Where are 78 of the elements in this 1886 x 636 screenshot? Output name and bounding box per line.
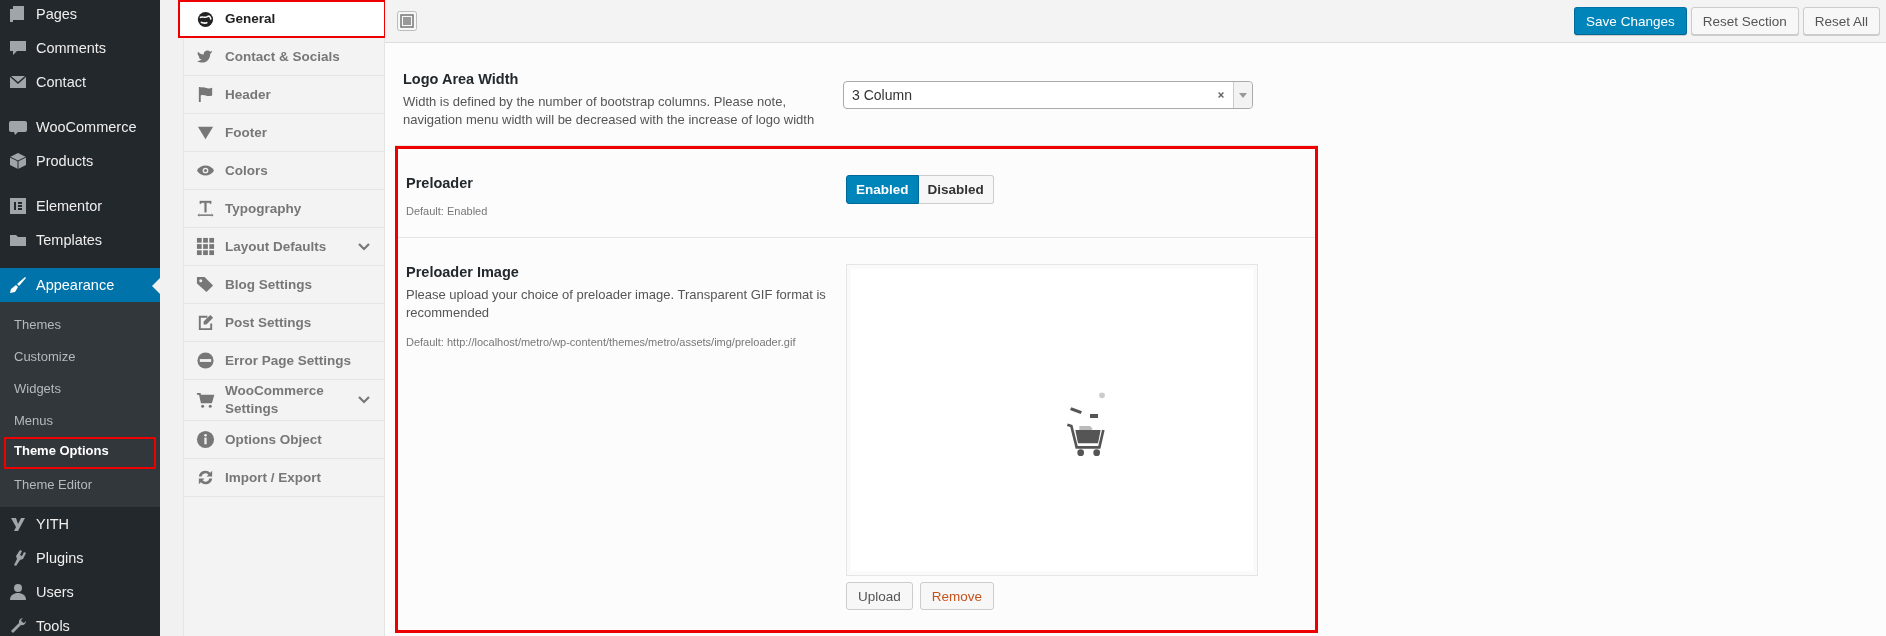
- options-menu-item[interactable]: Import / Export: [184, 459, 384, 497]
- menu-label: Post Settings: [225, 313, 313, 332]
- media-button[interactable]: Remove: [919, 582, 995, 610]
- options-menu-item[interactable]: Layout Defaults: [184, 228, 384, 266]
- grid-icon: [196, 237, 215, 256]
- menu-label: Blog Settings: [225, 275, 313, 294]
- elementor-icon: [8, 196, 28, 216]
- menu-label: Colors: [225, 161, 269, 180]
- dropdown-arrow-icon[interactable]: [1239, 92, 1247, 98]
- paintbrush-icon: [8, 275, 28, 295]
- menu-label: Typography: [225, 199, 303, 218]
- clear-icon[interactable]: [1217, 91, 1225, 99]
- text-size-icon: [196, 199, 215, 218]
- field-description: Width is defined by the number of bootstrap columns. Please note, navigation menu width will be decreased with the increase of logo width: [403, 93, 816, 129]
- admin-menu-item[interactable]: YITH: [0, 507, 160, 541]
- menu-label: General: [225, 10, 277, 28]
- admin-menu-item[interactable]: Elementor: [0, 189, 160, 223]
- field-description: Please upload your choice of preloader image. Transparent GIF format is recommended: [406, 286, 826, 322]
- toolbar-button[interactable]: Reset Section: [1690, 7, 1799, 35]
- default-note: Default: Enabled: [406, 205, 489, 217]
- admin-menu-item[interactable]: WooCommerce: [0, 110, 160, 144]
- admin-menu-item[interactable]: Comments: [0, 31, 160, 65]
- submenu-item[interactable]: Themes: [4, 309, 156, 341]
- layout-toggle-icon[interactable]: [397, 11, 417, 31]
- default-note: Default: http://localhost/metro/wp-content/themes/metro/assets/img/preloader.gif: [406, 336, 797, 348]
- admin-menu-item[interactable]: Pages: [0, 0, 160, 31]
- field-title: Logo Area Width: [403, 71, 520, 87]
- submenu-item[interactable]: Menus: [4, 405, 156, 437]
- options-menu-item[interactable]: Typography: [184, 190, 384, 228]
- toggle-option[interactable]: Disabled: [918, 175, 994, 204]
- options-menu-item[interactable]: Header: [184, 76, 384, 114]
- admin-menu-item[interactable]: Plugins: [0, 541, 160, 575]
- field-title: Preloader: [406, 175, 474, 191]
- options-menu-item[interactable]: Post Settings: [184, 304, 384, 342]
- submenu-item[interactable]: Theme Options: [4, 437, 156, 469]
- info-icon: [196, 430, 215, 449]
- media-button[interactable]: Upload: [846, 582, 913, 610]
- minus-circle-icon: [196, 351, 215, 370]
- menu-label: WooCommerce Settings: [225, 382, 325, 418]
- submenu-item[interactable]: Customize: [4, 341, 156, 373]
- flag-icon: [196, 85, 215, 104]
- admin-menu-item[interactable]: Contact: [0, 65, 160, 99]
- edit-icon: [196, 313, 215, 332]
- options-menu-item[interactable]: Footer: [184, 114, 384, 152]
- options-menu-item[interactable]: WooCommerce Settings: [184, 380, 384, 421]
- field-title: Preloader Image: [406, 264, 520, 280]
- admin-menu-item[interactable]: Templates: [0, 223, 160, 257]
- toolbar-button[interactable]: Reset All: [1802, 7, 1880, 35]
- admin-menu-item[interactable]: Appearance: [0, 268, 160, 302]
- cart-icon: [196, 390, 215, 410]
- options-menu-item[interactable]: Colors: [184, 152, 384, 190]
- options-menu-item[interactable]: Options Object: [184, 421, 384, 459]
- admin-menu-item[interactable]: Products: [0, 144, 160, 178]
- select-field[interactable]: 3 Column: [843, 81, 1253, 109]
- toggle-option[interactable]: Enabled: [846, 175, 919, 204]
- box-icon: [8, 151, 28, 171]
- globe-icon: [196, 9, 215, 29]
- admin-menu-item[interactable]: Tools: [0, 609, 160, 636]
- options-menu-item[interactable]: Blog Settings: [184, 266, 384, 304]
- menu-label: Import / Export: [225, 468, 322, 487]
- speech-bubble-icon: [8, 38, 28, 58]
- options-menu-item[interactable]: Contact & Socials: [184, 38, 384, 76]
- menu-label: Error Page Settings: [225, 351, 353, 370]
- menu-label: Footer: [225, 123, 268, 142]
- refresh-icon: [196, 468, 215, 487]
- admin-menu-item[interactable]: Users: [0, 575, 160, 609]
- submenu-item[interactable]: Widgets: [4, 373, 156, 405]
- menu-label: Options Object: [225, 430, 323, 449]
- toolbar-button[interactable]: Save Changes: [1574, 7, 1687, 35]
- tags-icon: [196, 275, 215, 294]
- submenu-item[interactable]: Theme Editor: [4, 469, 156, 501]
- menu-label: Layout Defaults: [225, 237, 328, 256]
- bird-icon: [196, 47, 215, 66]
- menu-label: Header: [225, 85, 272, 104]
- user-icon: [8, 582, 28, 602]
- options-menu-item[interactable]: General: [178, 0, 386, 38]
- menu-label: Contact & Socials: [225, 47, 341, 66]
- options-menu-item[interactable]: Error Page Settings: [184, 342, 384, 380]
